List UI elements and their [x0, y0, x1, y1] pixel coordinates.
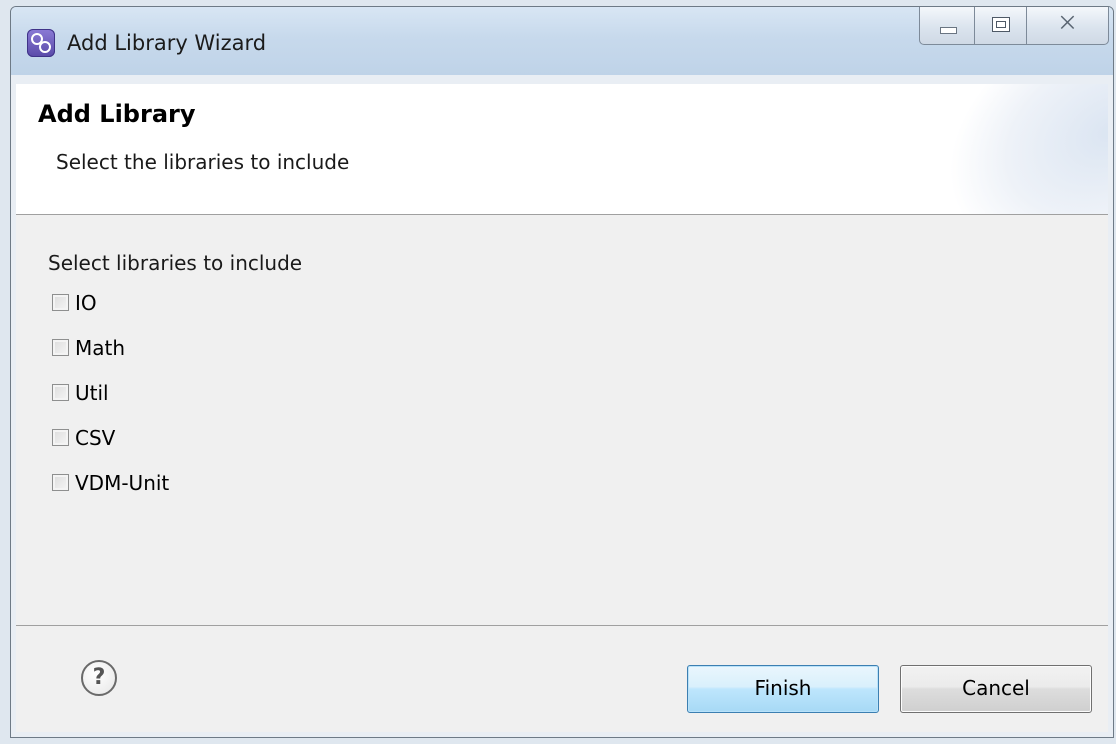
maximize-icon [992, 17, 1010, 32]
library-label: IO [75, 291, 97, 315]
libraries-group-label: Select libraries to include [48, 251, 303, 275]
window-title: Add Library Wizard [67, 31, 267, 55]
add-library-wizard-window: Add Library Wizard ⨉ Add Library Select … [10, 6, 1114, 738]
window-controls: ⨉ [919, 7, 1109, 47]
library-label: CSV [75, 426, 116, 450]
close-button[interactable]: ⨉ [1027, 7, 1109, 45]
library-item-vdm-unit[interactable]: VDM-Unit [52, 471, 169, 516]
finish-button[interactable]: Finish [687, 665, 879, 713]
library-label: Util [75, 381, 109, 405]
wizard-footer: ? Finish Cancel [16, 626, 1108, 732]
library-checkbox[interactable] [52, 339, 69, 356]
close-icon: ⨉ [1060, 13, 1075, 34]
minimize-icon [940, 27, 957, 34]
library-label: Math [75, 336, 126, 360]
library-checkbox[interactable] [52, 429, 69, 446]
library-checkbox[interactable] [52, 384, 69, 401]
library-checkbox[interactable] [52, 474, 69, 491]
eclipse-wizard-app-icon [27, 29, 55, 57]
minimize-button[interactable] [919, 7, 975, 45]
wizard-header-banner: Add Library Select the libraries to incl… [16, 84, 1108, 215]
library-item-util[interactable]: Util [52, 381, 169, 426]
library-selection-panel: Select libraries to include IO Math Util… [16, 215, 1108, 626]
library-label: VDM-Unit [75, 471, 170, 495]
title-bar[interactable]: Add Library Wizard ⨉ [11, 7, 1113, 75]
help-icon[interactable]: ? [81, 660, 117, 696]
library-item-csv[interactable]: CSV [52, 426, 169, 471]
page-description: Select the libraries to include [56, 150, 350, 174]
maximize-button[interactable] [975, 7, 1027, 45]
library-item-math[interactable]: Math [52, 336, 169, 381]
page-title: Add Library [38, 100, 196, 128]
cancel-button[interactable]: Cancel [900, 665, 1092, 713]
library-checkbox-list: IO Math Util CSV VDM-Unit [52, 291, 169, 516]
library-checkbox[interactable] [52, 294, 69, 311]
library-item-io[interactable]: IO [52, 291, 169, 336]
